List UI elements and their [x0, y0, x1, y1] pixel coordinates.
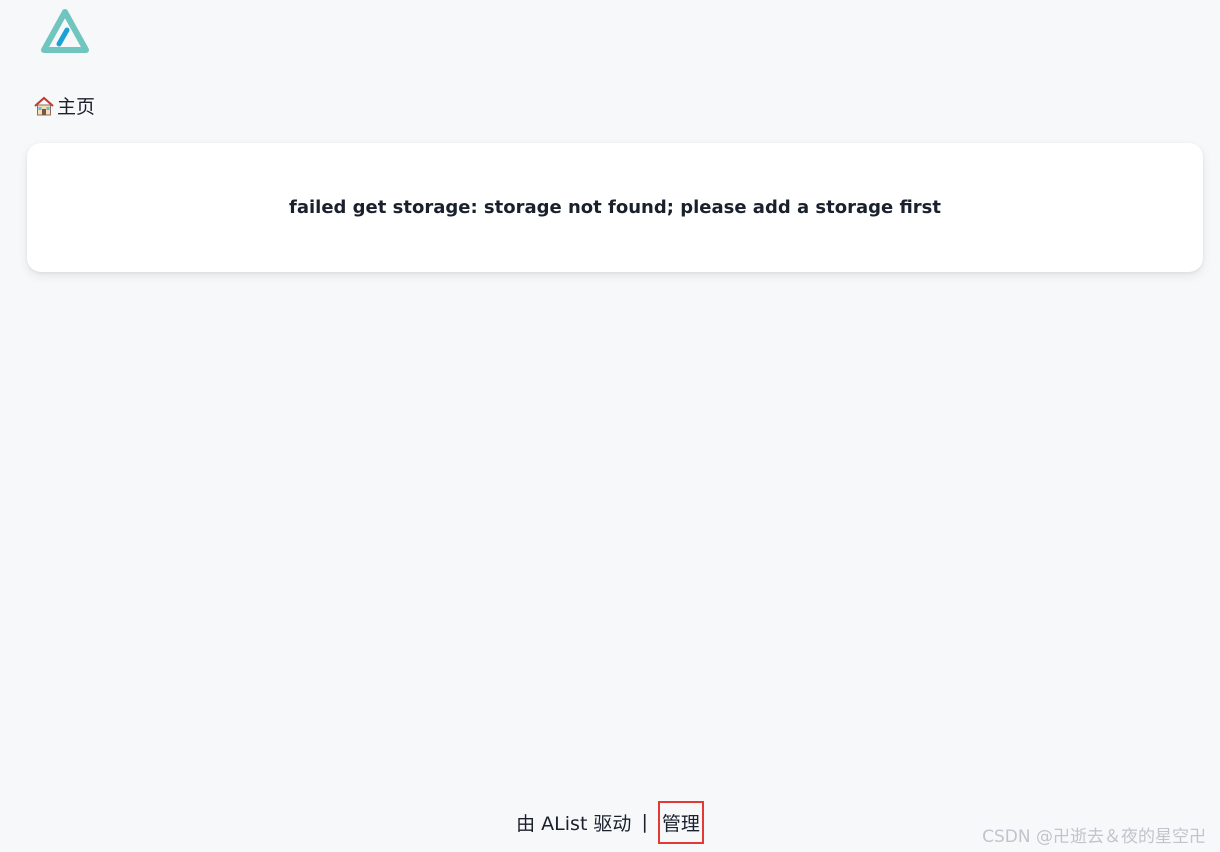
manage-link[interactable]: 管理 — [657, 800, 704, 844]
breadcrumb-home-label: 主页 — [57, 96, 96, 118]
watermark: CSDN @卍逝去＆夜的星空卍 — [982, 827, 1206, 847]
error-message: failed get storage: storage not found; p… — [289, 197, 941, 218]
error-card: failed get storage: storage not found; p… — [27, 143, 1203, 272]
powered-by-link[interactable]: 由 AList 驱动 — [516, 809, 631, 836]
breadcrumb-home[interactable]: 主页 — [33, 92, 95, 119]
alist-logo-icon[interactable] — [38, 8, 92, 54]
house-icon — [33, 95, 55, 117]
footer-separator: | — [641, 811, 648, 833]
